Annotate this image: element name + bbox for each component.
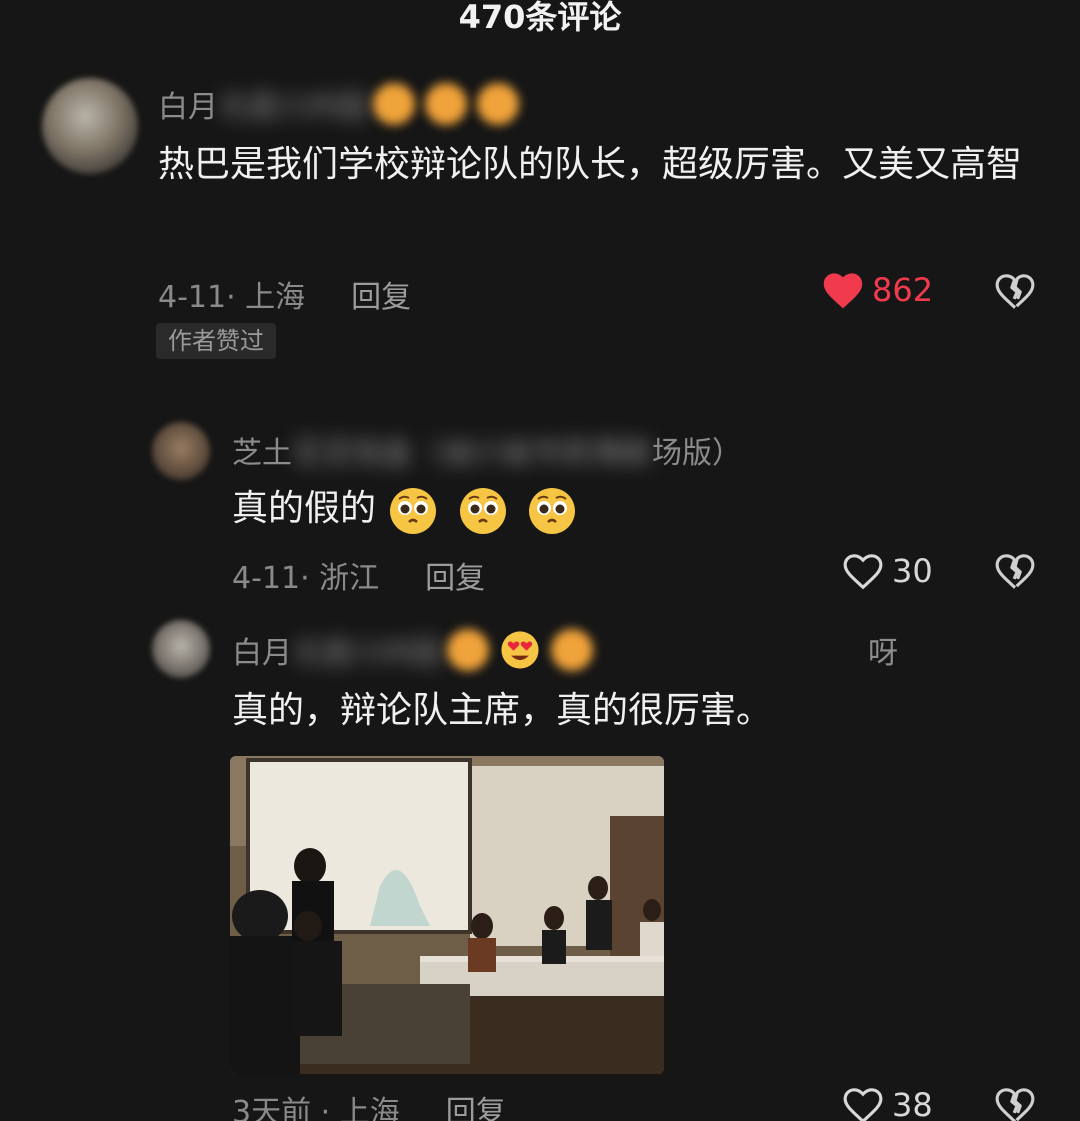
emoji-icon (477, 83, 519, 125)
like-count: 30 (892, 552, 933, 590)
author-liked-badge: 作者赞过 (156, 323, 276, 359)
comment-meta: 4-11· 上海 回复 (158, 272, 411, 316)
avatar[interactable] (152, 422, 210, 480)
like-button[interactable]: 862 (822, 270, 933, 310)
debate-room-photo (230, 756, 664, 1074)
username-visible: 白月 (232, 636, 292, 671)
like-count: 862 (872, 271, 934, 309)
comment-text: 热巴是我们学校辩论队的队长，超级厉害。又美又高智 (158, 144, 1023, 185)
emoji-icon (425, 83, 467, 125)
avatar[interactable] (42, 78, 138, 174)
comment-count-title: 470条评论 (458, 0, 622, 36)
comment-username[interactable]: 芝土 豆豆钱盒（迪川省市民情剧 场版） (232, 428, 742, 472)
comment-text: 真的，辩论队主席，真的很厉害。 (232, 690, 773, 731)
pleading-face-emoji-icon (459, 488, 506, 534)
like-button[interactable]: 30 (842, 551, 933, 591)
heart-outline-icon (843, 554, 883, 590)
emoji-icon (447, 629, 489, 671)
emoji-icon (551, 629, 593, 671)
username-hidden: 豆豆钱盒（迪川省市民情剧 (292, 436, 652, 471)
comment-username[interactable]: 白月 光是川州园 呀 (232, 628, 898, 672)
heart-outline-icon (843, 1088, 883, 1121)
broken-heart-icon (995, 554, 1035, 589)
comment-text-row: 真的假的 (232, 478, 584, 540)
dislike-button[interactable] (994, 551, 1036, 595)
username-hidden: 光是川州园 (292, 636, 442, 671)
broken-heart-icon (995, 274, 1035, 309)
reply-button[interactable]: 回复 (351, 280, 411, 315)
username-visible: 芝土 (232, 436, 292, 471)
heart-eyes-emoji-icon (501, 631, 539, 669)
like-count: 38 (892, 1086, 933, 1121)
like-button[interactable]: 38 (842, 1085, 933, 1121)
emoji-icon (373, 83, 415, 125)
reply-button[interactable]: 回复 (425, 561, 485, 596)
username-hidden: 光是川州园 (218, 90, 368, 125)
dislike-button[interactable] (994, 271, 1036, 315)
comment-text: 真的假的 (232, 488, 377, 529)
username-hidden-2 (598, 628, 868, 672)
date-location: 4-11· 上海 (158, 280, 306, 315)
pleading-face-emoji-icon (529, 488, 576, 534)
comment-username[interactable]: 白月 光是川州园 (158, 82, 524, 126)
dislike-button[interactable] (994, 1085, 1036, 1121)
username-tail: 呀 (868, 636, 898, 671)
username-tail: 场版） (652, 436, 742, 471)
comment-meta: 3天前 · 上海 回复 (232, 1087, 506, 1121)
heart-filled-icon (823, 273, 863, 309)
pleading-face-emoji-icon (390, 488, 437, 534)
reply-button[interactable]: 回复 (446, 1095, 506, 1121)
comment-meta: 4-11· 浙江 回复 (232, 553, 485, 597)
comment-photo[interactable] (230, 756, 664, 1074)
avatar[interactable] (152, 620, 210, 678)
date-location: 4-11· 浙江 (232, 561, 380, 596)
date-location: 3天前 · 上海 (232, 1095, 400, 1121)
broken-heart-icon (995, 1088, 1035, 1121)
username-visible: 白月 (158, 90, 218, 125)
